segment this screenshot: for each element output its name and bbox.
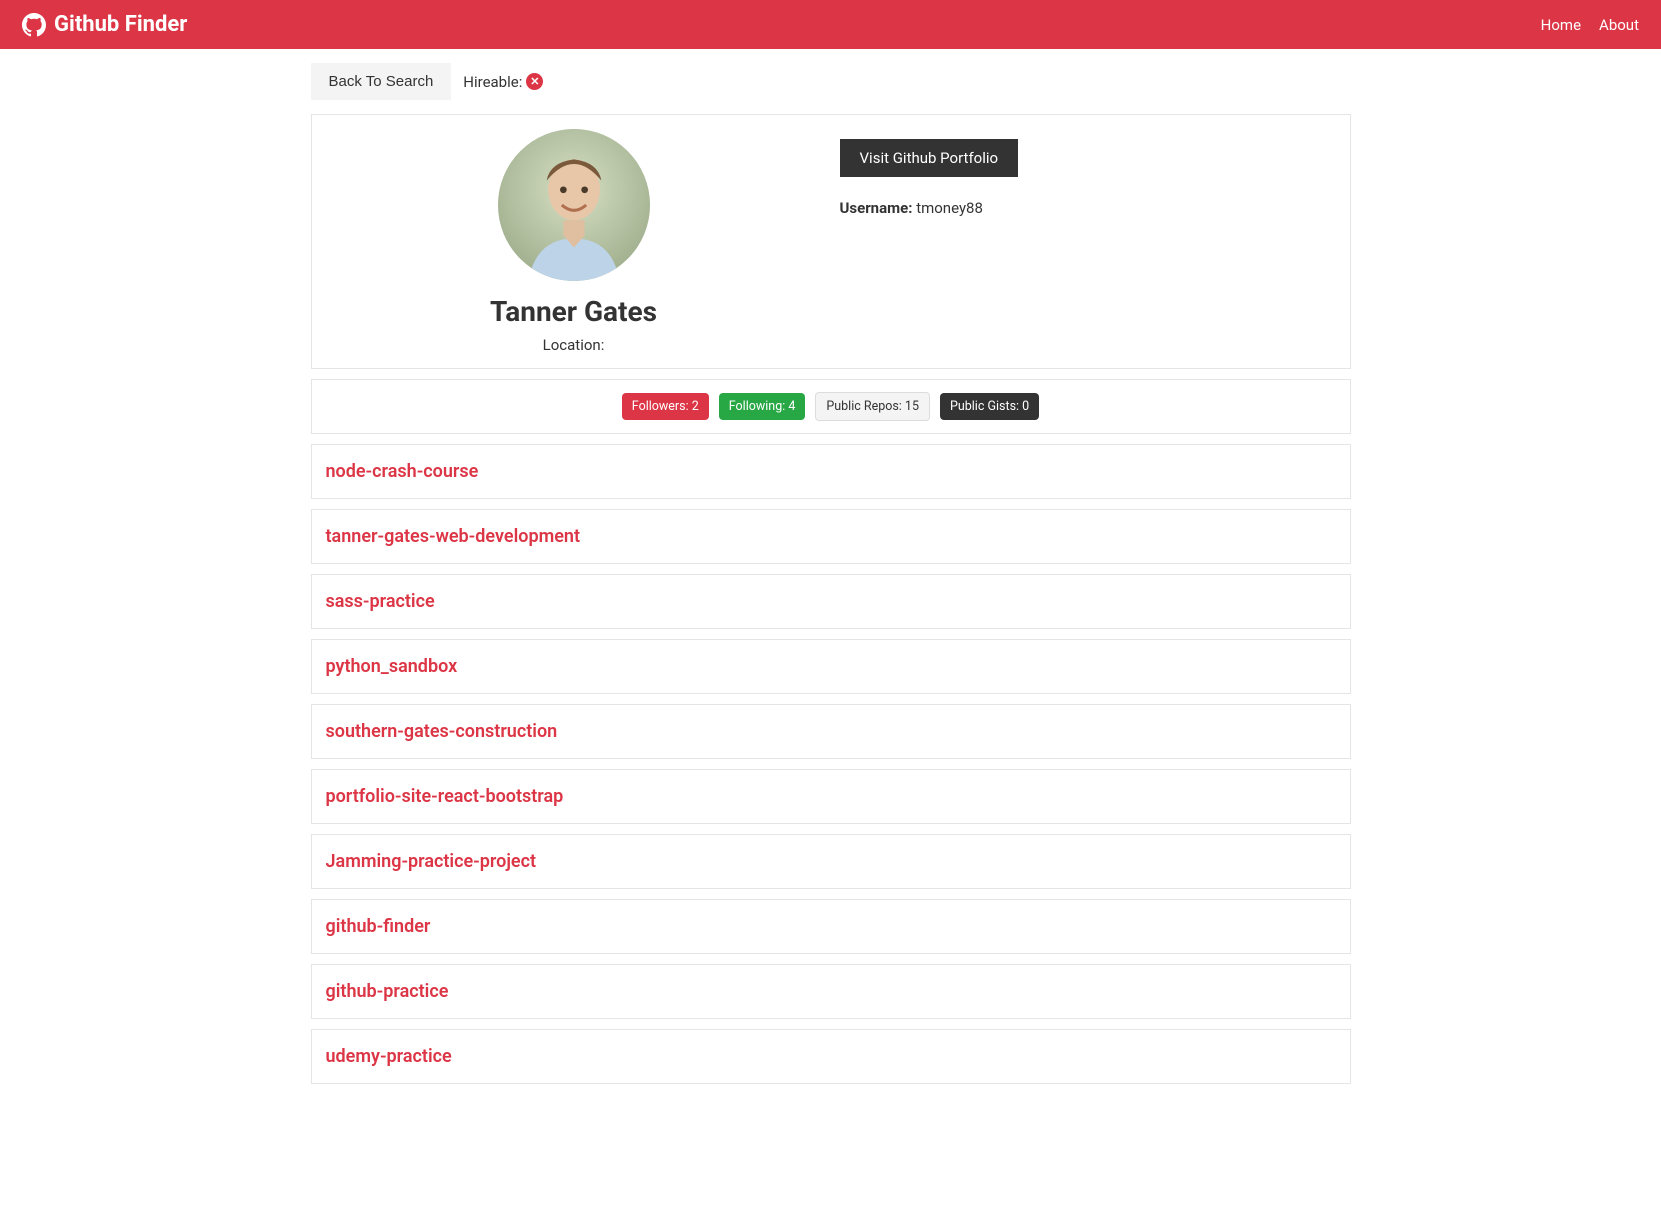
followers-badge: Followers: 2 [622, 393, 709, 420]
profile-name: Tanner Gates [326, 295, 822, 328]
repo-link[interactable]: southern-gates-construction [326, 721, 558, 742]
nav-home[interactable]: Home [1541, 16, 1581, 34]
username-line: Username: tmoney88 [840, 199, 1336, 217]
repo-item: southern-gates-construction [311, 704, 1351, 759]
repo-link[interactable]: tanner-gates-web-development [326, 526, 581, 547]
repo-link[interactable]: python_sandbox [326, 656, 458, 677]
profile-card: Tanner Gates Location: Visit Github Port… [311, 114, 1351, 369]
profile-left: Tanner Gates Location: [326, 129, 822, 354]
repo-link[interactable]: Jamming-practice-project [326, 851, 537, 872]
brand-title: Github Finder [54, 12, 187, 37]
main-container: Back To Search Hireable: ✕ [311, 49, 1351, 1134]
nav-links: Home About [1541, 16, 1639, 34]
profile-location: Location: [326, 336, 822, 354]
hireable-label: Hireable: ✕ [463, 73, 543, 91]
repo-link[interactable]: github-finder [326, 916, 431, 937]
repo-link[interactable]: portfolio-site-react-bootstrap [326, 786, 564, 807]
following-badge: Following: 4 [719, 393, 806, 420]
top-line: Back To Search Hireable: ✕ [311, 63, 1351, 100]
repo-list: node-crash-course tanner-gates-web-devel… [311, 444, 1351, 1084]
repo-link[interactable]: node-crash-course [326, 461, 479, 482]
repo-link[interactable]: sass-practice [326, 591, 435, 612]
repo-item: github-finder [311, 899, 1351, 954]
repo-item: udemy-practice [311, 1029, 1351, 1084]
avatar [498, 129, 650, 281]
repo-item: portfolio-site-react-bootstrap [311, 769, 1351, 824]
github-icon [22, 13, 46, 37]
nav-about[interactable]: About [1599, 16, 1639, 34]
repo-item: node-crash-course [311, 444, 1351, 499]
repo-link[interactable]: udemy-practice [326, 1046, 452, 1067]
back-button[interactable]: Back To Search [311, 63, 452, 100]
repo-link[interactable]: github-practice [326, 981, 449, 1002]
times-circle-icon: ✕ [526, 73, 543, 90]
visit-profile-button[interactable]: Visit Github Portfolio [840, 139, 1019, 177]
repo-item: tanner-gates-web-development [311, 509, 1351, 564]
profile-right: Visit Github Portfolio Username: tmoney8… [840, 129, 1336, 354]
brand: Github Finder [22, 12, 187, 37]
repo-item: github-practice [311, 964, 1351, 1019]
stats-card: Followers: 2 Following: 4 Public Repos: … [311, 379, 1351, 434]
repo-item: Jamming-practice-project [311, 834, 1351, 889]
navbar: Github Finder Home About [0, 0, 1661, 49]
public-gists-badge: Public Gists: 0 [940, 393, 1039, 420]
repo-item: sass-practice [311, 574, 1351, 629]
public-repos-badge: Public Repos: 15 [815, 392, 930, 421]
repo-item: python_sandbox [311, 639, 1351, 694]
